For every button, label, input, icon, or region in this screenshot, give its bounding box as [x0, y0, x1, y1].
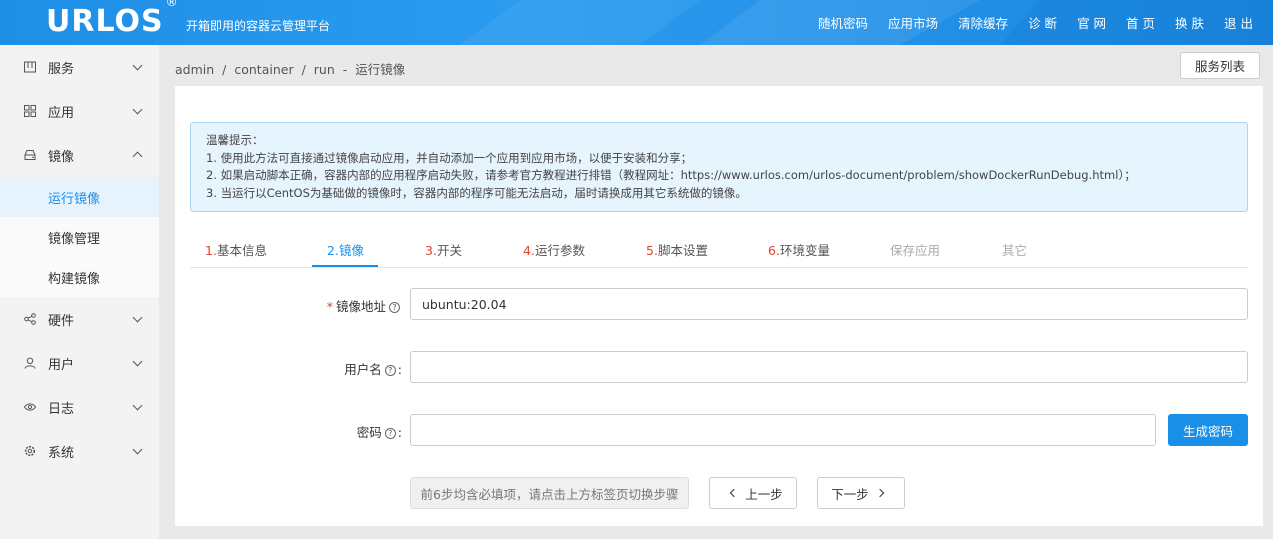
sidebar-subitem-build-image[interactable]: 构建镜像	[0, 257, 159, 297]
breadcrumb-separator: /	[222, 62, 227, 77]
prev-step-button[interactable]: 上一步	[709, 477, 797, 509]
share-icon	[24, 313, 36, 325]
sidebar-subitem-image-manage[interactable]: 镜像管理	[0, 217, 159, 257]
tab-other[interactable]: 其它	[1002, 240, 1027, 259]
chevron-right-icon	[875, 488, 884, 498]
chevron-down-icon	[132, 356, 143, 367]
breadcrumb-container[interactable]: container	[234, 62, 293, 77]
sidebar-item-log[interactable]: 日志	[0, 385, 159, 429]
top-nav: 随机密码 应用市场 清除缓存 诊 断 官 网 首 页 换 肤 退 出	[818, 0, 1273, 45]
chevron-down-icon	[132, 312, 143, 323]
chevron-up-icon	[132, 151, 143, 162]
tip-line: 3. 当运行以CentOS为基础做的镜像时，容器内部的程序可能无法启动，届时请换…	[206, 185, 747, 200]
sidebar-item-user[interactable]: 用户	[0, 341, 159, 385]
help-icon[interactable]: ?	[384, 428, 396, 439]
breadcrumb-separator: /	[301, 62, 306, 77]
generate-password-button[interactable]: 生成密码	[1168, 414, 1248, 446]
nav-home[interactable]: 首 页	[1126, 13, 1155, 32]
nav-logout[interactable]: 退 出	[1224, 13, 1253, 32]
urlos-logo[interactable]: URLOS®	[46, 0, 179, 39]
tip-box: 温馨提示： 1. 使用此方法可直接通过镜像启动应用，并自动添加一个应用到应用市场…	[190, 122, 1248, 212]
image-address-label: * 镜像地址?	[282, 296, 402, 315]
tip-line: 2. 如果启动脚本正确，容器内部的应用程序启动失败，请参考官方教程进行排错（教程…	[206, 168, 1136, 182]
sidebar-item-label: 镜像	[48, 149, 75, 165]
eye-icon	[24, 401, 36, 413]
image-submenu: 运行镜像 镜像管理 构建镜像	[0, 177, 159, 297]
sidebar-item-label: 系统	[48, 445, 75, 461]
breadcrumb-run: run	[313, 62, 335, 77]
image-address-input[interactable]: ubuntu:20.04	[410, 288, 1248, 320]
sidebar-subitem-run-image[interactable]: 运行镜像	[0, 177, 159, 217]
service-list-button[interactable]: 服务列表	[1180, 52, 1260, 79]
sidebar-item-label: 用户	[48, 357, 75, 373]
main-panel: 温馨提示： 1. 使用此方法可直接通过镜像启动应用，并自动添加一个应用到应用市场…	[175, 86, 1263, 526]
nav-random-password[interactable]: 随机密码	[818, 13, 868, 32]
tab-script-settings[interactable]: 5.脚本设置	[646, 240, 708, 259]
tab-save-app[interactable]: 保存应用	[890, 240, 940, 259]
nav-app-market[interactable]: 应用市场	[888, 13, 938, 32]
user-icon	[24, 357, 36, 369]
chevron-left-icon	[729, 488, 739, 498]
help-icon[interactable]: ?	[389, 302, 400, 313]
sidebar-item-image[interactable]: 镜像	[0, 133, 159, 177]
tab-image[interactable]: 2.镜像	[327, 240, 364, 259]
slogan: 开箱即用的容器云管理平台	[186, 19, 331, 33]
grid-icon	[24, 61, 36, 73]
help-icon[interactable]: ?	[384, 365, 396, 376]
sidebar-item-label: 服务	[48, 61, 75, 77]
required-steps-hint-button[interactable]: 前6步均含必填项，请点击上方标签页切换步骤	[410, 477, 689, 509]
nav-change-skin[interactable]: 换 肤	[1175, 13, 1204, 32]
sidebar-item-system[interactable]: 系统	[0, 429, 159, 473]
tab-switch[interactable]: 3.开关	[425, 240, 462, 259]
nav-clear-cache[interactable]: 清除缓存	[958, 13, 1008, 32]
chevron-down-icon	[132, 104, 143, 115]
tip-line: 1. 使用此方法可直接通过镜像启动应用，并自动添加一个应用到应用市场，以便于安装…	[206, 150, 693, 165]
sidebar-item-label: 应用	[48, 105, 75, 121]
sidebar-item-apps[interactable]: 应用	[0, 89, 159, 133]
username-label: 用户名?:	[344, 362, 402, 377]
chevron-down-icon	[132, 444, 143, 455]
sidebar-item-hardware[interactable]: 硬件	[0, 297, 159, 341]
breadcrumb-admin[interactable]: admin	[175, 62, 214, 77]
disk-icon	[24, 149, 36, 161]
sidebar-item-label: 硬件	[48, 313, 75, 329]
password-label: 密码?:	[356, 425, 402, 440]
active-tab-underline	[312, 265, 378, 267]
tip-title: 温馨提示：	[206, 133, 264, 147]
chevron-down-icon	[132, 400, 143, 411]
tab-basic-info[interactable]: 1.基本信息	[205, 240, 267, 259]
nav-official-site[interactable]: 官 网	[1077, 13, 1106, 32]
sidebar-item-label: 日志	[48, 401, 75, 417]
breadcrumb-current: 运行镜像	[355, 62, 406, 77]
breadcrumb-dash: -	[342, 62, 348, 77]
sidebar-item-service[interactable]: 服务	[0, 45, 159, 89]
chevron-down-icon	[132, 60, 143, 71]
username-input[interactable]	[410, 351, 1248, 383]
breadcrumb: admin / container / run - 运行镜像	[175, 59, 409, 78]
password-input[interactable]	[410, 414, 1156, 446]
apps-icon	[24, 105, 36, 117]
next-step-button[interactable]: 下一步	[817, 477, 905, 509]
tab-env-vars[interactable]: 6.环境变量	[768, 240, 830, 259]
gear-icon	[24, 445, 36, 457]
sidebar: 服务 应用 镜像 运行镜像 镜像管理 构建镜像 硬件 用户 日志 系统	[0, 45, 159, 539]
top-header: URLOS® 开箱即用的容器云管理平台 随机密码 应用市场 清除缓存 诊 断 官…	[0, 0, 1273, 45]
tab-run-params[interactable]: 4.运行参数	[523, 240, 585, 259]
nav-diagnose[interactable]: 诊 断	[1028, 13, 1057, 32]
step-tabs: 1.基本信息 2.镜像 3.开关 4.运行参数 5.脚本设置 6.环境变量 保存…	[190, 227, 1248, 268]
